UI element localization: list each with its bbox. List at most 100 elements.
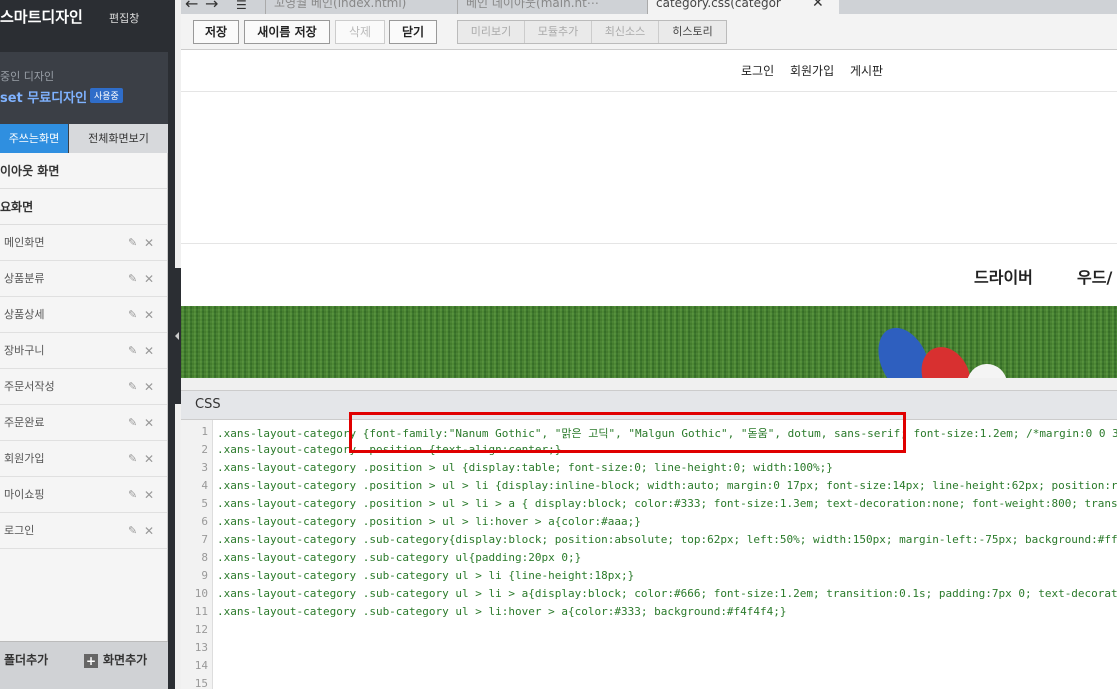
section-main-screens[interactable]: 요화면: [0, 189, 167, 225]
line-number: 13: [194, 641, 208, 654]
add-module-button[interactable]: 모듈추가: [525, 21, 592, 43]
current-design-name: set 무료디자인: [0, 91, 88, 106]
line-number: 9: [201, 569, 208, 582]
sidebar-footer: 폴더추가 + 화면추가: [0, 641, 168, 689]
sidebar-tabs: 주쓰는화면 전체화면보기: [0, 124, 168, 153]
pencil-icon[interactable]: ✎: [128, 261, 137, 297]
close-tab-icon[interactable]: ✕: [812, 0, 824, 11]
sidebar-header: 스마트디자인 편집창: [0, 0, 175, 52]
close-icon[interactable]: ✕: [144, 369, 154, 405]
line-number: 10: [194, 587, 208, 600]
close-icon[interactable]: ✕: [144, 477, 154, 513]
brand-title: 스마트디자인: [0, 8, 83, 26]
line-number: 14: [194, 659, 208, 672]
save-button[interactable]: 저장: [193, 20, 239, 44]
section-layout-screens[interactable]: 이아웃 화면: [0, 153, 167, 189]
preview-top-links: 로그인 회원가입 게시판: [741, 62, 895, 79]
code-line: .xans-layout-category .position > ul {di…: [217, 461, 833, 474]
file-tab-category-css[interactable]: category.css(categor: [647, 0, 839, 14]
pencil-icon[interactable]: ✎: [128, 225, 137, 261]
tab-all-screens[interactable]: 전체화면보기: [69, 124, 168, 153]
close-icon[interactable]: ✕: [144, 513, 154, 549]
screen-item-label: 상품상세: [4, 308, 45, 321]
code-line: .xans-layout-category .sub-category ul >…: [217, 605, 787, 618]
login-link[interactable]: 로그인: [741, 64, 774, 78]
screen-list: 이아웃 화면 요화면 메인화면 ✎ ✕ 상품분류 ✎ ✕ 상품상세 ✎ ✕ 장바구니 ✎ ✕ 주…: [0, 153, 168, 641]
history-button[interactable]: 히스토리: [659, 21, 726, 43]
forward-arrow-icon[interactable]: →: [205, 0, 218, 13]
screen-item-my-shopping[interactable]: 마이쇼핑 ✎ ✕: [0, 477, 167, 513]
line-number: 2: [201, 443, 208, 456]
tab-list-icon[interactable]: ☰: [236, 0, 247, 12]
plus-icon: +: [84, 653, 98, 668]
screen-item-label: 로그인: [4, 524, 35, 537]
preview-button-group: 미리보기 모듈추가 최신소스 히스토리: [457, 20, 727, 44]
line-number: 4: [201, 479, 208, 492]
code-line: .xans-layout-category .sub-category{disp…: [217, 533, 1117, 546]
line-number: 1: [201, 425, 208, 438]
back-arrow-icon[interactable]: ←: [185, 0, 198, 13]
editor-window: 스마트디자인 편집창 중인 디자인 set 무료디자인 사용중 주쓰는화면 전체…: [0, 0, 1117, 689]
close-icon[interactable]: ✕: [144, 261, 154, 297]
board-link[interactable]: 게시판: [850, 64, 883, 78]
preview-button[interactable]: 미리보기: [458, 21, 525, 43]
line-number: 6: [201, 515, 208, 528]
add-folder-label: 폴더추가: [4, 653, 49, 667]
tab-frequent-screens[interactable]: 주쓰는화면: [0, 124, 68, 153]
screen-item-join[interactable]: 회원가입 ✎ ✕: [0, 441, 167, 477]
category-menu-driver[interactable]: 드라이버: [974, 264, 1033, 288]
pencil-icon[interactable]: ✎: [128, 477, 137, 513]
divider: [181, 91, 1117, 92]
code-line: .xans-layout-category .sub-category ul >…: [217, 569, 635, 582]
pencil-icon[interactable]: ✎: [128, 441, 137, 477]
delete-button[interactable]: 삭제: [335, 20, 385, 44]
close-icon[interactable]: ✕: [144, 441, 154, 477]
screen-item-order-form[interactable]: 주문서작성 ✎ ✕: [0, 369, 167, 405]
editor-toolbar: 저장 새이름 저장 삭제 닫기 미리보기 모듈추가 최신소스 히스토리: [181, 14, 1117, 50]
save-as-button[interactable]: 새이름 저장: [244, 20, 330, 44]
add-folder-button[interactable]: 폴더추가: [4, 642, 48, 678]
screen-item-product-detail[interactable]: 상품상세 ✎ ✕: [0, 297, 167, 333]
pencil-icon[interactable]: ✎: [128, 405, 137, 441]
pencil-icon[interactable]: ✎: [128, 297, 137, 333]
screen-item-login[interactable]: 로그인 ✎ ✕: [0, 513, 167, 549]
screen-item-label: 상품분류: [4, 272, 45, 285]
screen-item-main[interactable]: 메인화면 ✎ ✕: [0, 225, 167, 261]
file-tab-index[interactable]: 꼬영월 베인(index.html): [265, 0, 457, 14]
pencil-icon[interactable]: ✎: [128, 513, 137, 549]
screen-item-category[interactable]: 상품분류 ✎ ✕: [0, 261, 167, 297]
screen-item-label: 장바구니: [4, 344, 45, 357]
add-screen-button[interactable]: + 화면추가: [84, 642, 147, 678]
pencil-icon[interactable]: ✎: [128, 333, 137, 369]
close-icon[interactable]: ✕: [144, 405, 154, 441]
close-icon[interactable]: ✕: [144, 297, 154, 333]
css-code-editor[interactable]: 1 2 3 4 5 6 7 8 9 10 11 12 13 14 15 .xan…: [181, 420, 1117, 689]
category-menu-wood[interactable]: 우드/: [1077, 264, 1112, 288]
screen-item-label: 마이쇼핑: [4, 488, 45, 501]
file-tab-main-layout[interactable]: 베인 데이아웃(main.ht⋯: [457, 0, 641, 14]
add-screen-label: 화면추가: [103, 653, 148, 667]
panel-splitter[interactable]: [168, 0, 175, 689]
pencil-icon[interactable]: ✎: [128, 369, 137, 405]
code-line: .xans-layout-category .sub-category ul >…: [217, 587, 1117, 600]
screen-item-label: 메인화면: [4, 236, 45, 249]
line-number: 15: [194, 677, 208, 689]
join-link[interactable]: 회원가입: [790, 64, 834, 78]
screen-item-cart[interactable]: 장바구니 ✎ ✕: [0, 333, 167, 369]
collapse-arrow-icon[interactable]: [175, 332, 179, 340]
code-line: .xans-layout-category .sub-category ul{p…: [217, 551, 582, 564]
css-panel-title: CSS: [195, 397, 221, 412]
code-line: .xans-layout-category .position > ul > l…: [217, 479, 1117, 492]
latest-source-button[interactable]: 최신소스: [592, 21, 659, 43]
close-button[interactable]: 닫기: [389, 20, 437, 44]
line-number: 8: [201, 551, 208, 564]
line-number: 12: [194, 623, 208, 636]
grass-banner-image: [181, 306, 1117, 378]
screen-item-label: 주문서작성: [4, 380, 55, 393]
line-number: 11: [194, 605, 208, 618]
line-number: 5: [201, 497, 208, 510]
close-icon[interactable]: ✕: [144, 333, 154, 369]
in-use-badge: 사용중: [90, 88, 123, 103]
close-icon[interactable]: ✕: [144, 225, 154, 261]
screen-item-order-complete[interactable]: 주문완료 ✎ ✕: [0, 405, 167, 441]
